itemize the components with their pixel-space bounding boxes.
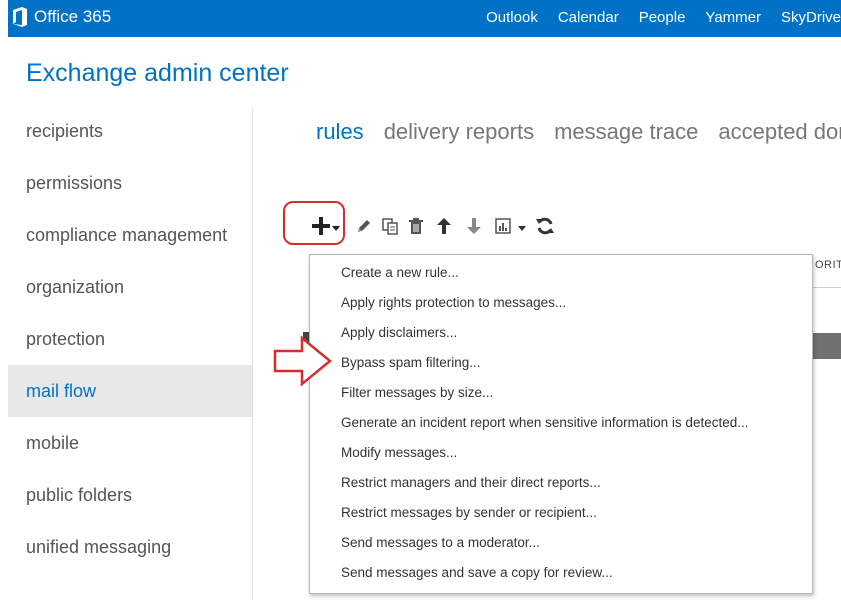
office-logo-icon — [12, 7, 28, 27]
priority-column-header[interactable]: ORIT — [815, 259, 841, 271]
topnav-link-skydrive[interactable]: SkyDrive — [781, 8, 841, 28]
topnav-link-yammer[interactable]: Yammer — [705, 8, 761, 28]
left-nav: recipients permissions compliance manage… — [8, 105, 252, 573]
nav-item-protection[interactable]: protection — [8, 313, 252, 365]
refresh-icon — [535, 216, 555, 241]
edit-icon — [355, 217, 373, 240]
menu-item-create-new-rule[interactable]: Create a new rule... — [310, 258, 812, 288]
menu-item-generate-incident-report[interactable]: Generate an incident report when sensiti… — [310, 408, 812, 438]
office365-brand[interactable]: Office 365 — [12, 7, 111, 27]
delete-button[interactable] — [403, 214, 429, 242]
report-chevron-down-icon — [518, 219, 526, 237]
copy-button[interactable] — [377, 214, 403, 242]
callout-arrow-icon — [272, 335, 334, 392]
menu-item-send-and-save-copy[interactable]: Send messages and save a copy for review… — [310, 558, 812, 588]
menu-item-bypass-spam-filtering[interactable]: Bypass spam filtering... — [310, 348, 812, 378]
move-up-icon — [436, 217, 452, 240]
nav-item-compliance-management[interactable]: compliance management — [8, 209, 252, 261]
nav-item-mobile[interactable]: mobile — [8, 417, 252, 469]
edit-button[interactable] — [351, 214, 377, 242]
menu-item-apply-disclaimers[interactable]: Apply disclaimers... — [310, 318, 812, 348]
new-rule-menu: Create a new rule... Apply rights protec… — [309, 254, 813, 594]
top-nav: Outlook Calendar People Yammer SkyDrive — [486, 8, 841, 28]
refresh-button[interactable] — [531, 214, 559, 242]
tab-message-trace[interactable]: message trace — [554, 118, 698, 146]
topnav-link-calendar[interactable]: Calendar — [558, 8, 619, 28]
tab-delivery-reports[interactable]: delivery reports — [384, 118, 534, 146]
menu-item-send-to-moderator[interactable]: Send messages to a moderator... — [310, 528, 812, 558]
report-button[interactable] — [489, 214, 531, 242]
tab-bar: rules delivery reports message trace acc… — [316, 118, 841, 146]
move-up-button[interactable] — [429, 214, 459, 242]
topnav-link-people[interactable]: People — [639, 8, 686, 28]
menu-item-restrict-sender-recipient[interactable]: Restrict messages by sender or recipient… — [310, 498, 812, 528]
menu-item-filter-by-size[interactable]: Filter messages by size... — [310, 378, 812, 408]
nav-item-public-folders[interactable]: public folders — [8, 469, 252, 521]
menu-item-modify-messages[interactable]: Modify messages... — [310, 438, 812, 468]
top-bar: Office 365 Outlook Calendar People Yamme… — [8, 0, 841, 37]
nav-item-recipients[interactable]: recipients — [8, 105, 252, 157]
move-down-button[interactable] — [459, 214, 489, 242]
page-title: Exchange admin center — [26, 59, 289, 87]
copy-icon — [381, 217, 399, 240]
topnav-link-outlook[interactable]: Outlook — [486, 8, 538, 28]
menu-item-restrict-managers[interactable]: Restrict managers and their direct repor… — [310, 468, 812, 498]
nav-item-mail-flow[interactable]: mail flow — [8, 365, 252, 417]
move-down-icon — [466, 217, 482, 240]
tab-rules[interactable]: rules — [316, 118, 364, 146]
add-button-highlight — [283, 201, 345, 245]
tab-accepted-domains[interactable]: accepted dom — [718, 118, 841, 146]
nav-item-permissions[interactable]: permissions — [8, 157, 252, 209]
report-icon — [494, 217, 512, 240]
nav-item-organization[interactable]: organization — [8, 261, 252, 313]
menu-item-apply-rights-protection[interactable]: Apply rights protection to messages... — [310, 288, 812, 318]
brand-label: Office 365 — [34, 7, 112, 26]
delete-icon — [408, 217, 424, 240]
nav-divider — [252, 108, 253, 600]
nav-item-unified-messaging[interactable]: unified messaging — [8, 521, 252, 573]
